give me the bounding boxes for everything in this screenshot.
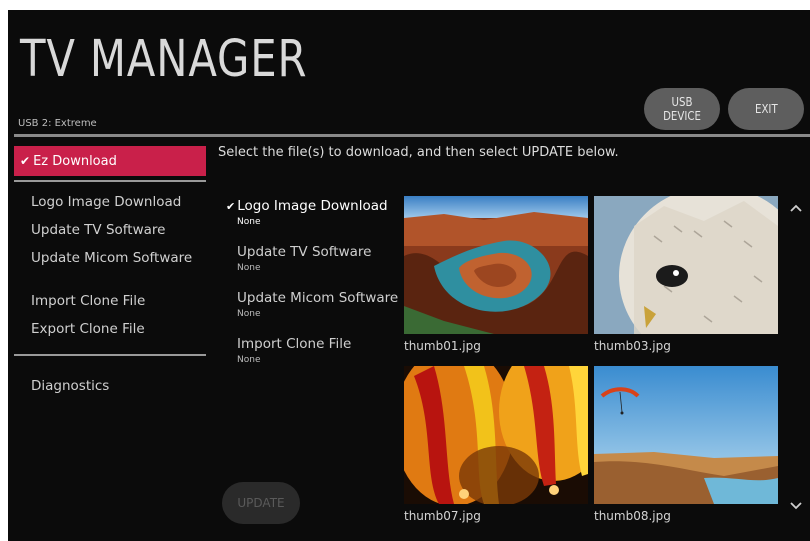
usb-device-button[interactable]: USB DEVICE: [644, 88, 720, 130]
option-name: Update TV Software: [237, 244, 372, 260]
scroll-up-button[interactable]: [788, 200, 804, 216]
thumbnail-item[interactable]: thumb08.jpg: [594, 366, 778, 523]
thumbnail-filename: thumb01.jpg: [404, 339, 481, 353]
sidebar-item-import-clone-file[interactable]: Import Clone File: [31, 293, 145, 309]
option-update-micom-software[interactable]: Update Micom Software None: [237, 290, 398, 319]
sidebar-divider: [14, 180, 206, 182]
tv-manager-screen: TV MANAGER USB 2: Extreme USB DEVICE EXI…: [8, 10, 810, 541]
owl-image: [594, 196, 778, 334]
thumbnail-item[interactable]: thumb03.jpg: [594, 196, 778, 353]
option-name: Update Micom Software: [237, 290, 399, 306]
thumbnail-filename: thumb07.jpg: [404, 509, 481, 523]
sidebar-divider: [14, 354, 206, 356]
option-update-tv-software[interactable]: Update TV Software None: [237, 244, 371, 273]
check-icon: ✔: [226, 200, 236, 213]
sidebar-item-ez-download[interactable]: ✔ Ez Download: [14, 146, 206, 176]
scroll-down-button[interactable]: [788, 498, 804, 514]
option-value: None: [237, 263, 261, 273]
thumbnail-filename: thumb08.jpg: [594, 509, 671, 523]
sidebar-item-logo-image-download[interactable]: Logo Image Download: [31, 194, 181, 210]
usb-device-label: USB DEVICE: [663, 95, 701, 123]
option-logo-image-download[interactable]: ✔ Logo Image Download None: [226, 198, 388, 227]
canyon-river-image: [404, 196, 588, 334]
option-name: Logo Image Download: [237, 198, 388, 214]
thumbnail-filename: thumb03.jpg: [594, 339, 671, 353]
update-button[interactable]: UPDATE: [222, 482, 300, 524]
option-name: Import Clone File: [237, 336, 352, 352]
sidebar-item-update-tv-software[interactable]: Update TV Software: [31, 222, 165, 238]
update-label: UPDATE: [237, 496, 285, 510]
exit-button[interactable]: EXIT: [728, 88, 804, 130]
sidebar-item-label: Ez Download: [33, 153, 117, 169]
paraglider-coast-image: [594, 366, 778, 504]
chevron-up-icon: [790, 204, 802, 212]
exit-label: EXIT: [754, 102, 778, 116]
thumbnail-item[interactable]: thumb01.jpg: [404, 196, 588, 353]
sidebar-item-diagnostics[interactable]: Diagnostics: [31, 378, 109, 394]
usb-source-label: USB 2: Extreme: [18, 118, 97, 129]
sidebar-item-update-micom-software[interactable]: Update Micom Software: [31, 250, 192, 266]
instruction-text: Select the file(s) to download, and then…: [218, 145, 619, 160]
hot-air-balloons-image: [404, 366, 588, 504]
thumbnail-item[interactable]: thumb07.jpg: [404, 366, 588, 523]
option-value: None: [237, 309, 261, 319]
chevron-down-icon: [790, 502, 802, 510]
option-import-clone-file[interactable]: Import Clone File None: [237, 336, 351, 365]
app-title: TV MANAGER: [20, 30, 308, 89]
option-value: None: [237, 217, 261, 227]
option-value: None: [237, 355, 261, 365]
check-icon: ✔: [20, 154, 31, 168]
header-divider: [14, 134, 810, 137]
sidebar-item-export-clone-file[interactable]: Export Clone File: [31, 321, 145, 337]
